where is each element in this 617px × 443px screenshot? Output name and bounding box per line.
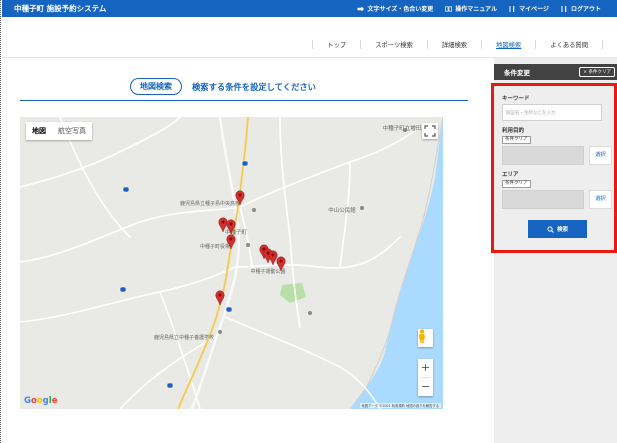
map-tab-map[interactable]: 地図	[26, 122, 52, 140]
area-select-button[interactable]: 選択	[589, 190, 612, 209]
menu-icon	[509, 5, 516, 12]
nav-map-search[interactable]: 地図検索	[481, 39, 535, 49]
map-marker[interactable]	[226, 234, 236, 250]
fullscreen-icon	[424, 125, 436, 137]
map-pins-layer	[215, 190, 286, 306]
purpose-select-button[interactable]: 選択	[589, 146, 612, 165]
sidebar-title: 条件変更	[504, 69, 530, 77]
map-attribution[interactable]: 地図データ ©2021 利用規約 地図の誤りを報告する	[359, 403, 441, 408]
app-brand[interactable]: 中種子町 施設予約システム	[14, 3, 106, 14]
purpose-clear-button[interactable]: 条件クリア	[502, 136, 531, 144]
manual-label: 操作マニュアル	[455, 6, 498, 13]
manual-link[interactable]: 操作マニュアル	[445, 4, 497, 13]
logout-icon	[560, 5, 568, 12]
map-marker[interactable]	[215, 290, 225, 306]
logout-link[interactable]: ログアウト	[560, 4, 601, 13]
palette-icon	[357, 6, 364, 12]
nav-faq[interactable]: よくある質問	[535, 39, 603, 49]
book-icon	[445, 5, 453, 12]
search-icon	[547, 225, 554, 233]
zoom-control: + −	[418, 359, 433, 396]
header-menu: 文字サイズ・色合い変更 操作マニュアル マイページ ログアウト	[345, 4, 601, 13]
nav-detail-search[interactable]: 詳細検索	[426, 39, 481, 49]
map-marker[interactable]	[268, 250, 278, 266]
area-clear-button[interactable]: 条件クリア	[502, 180, 531, 188]
app-header: 中種子町 施設予約システム 文字サイズ・色合い変更 操作マニュアル マイページ …	[2, 0, 617, 17]
keyword-label: キーワード	[502, 96, 530, 102]
sidebar-header: 条件変更 × 条件クリア	[494, 64, 617, 80]
pegman-icon	[419, 329, 425, 343]
page-title: 地図検索 検索する条件を設定してください	[130, 78, 316, 95]
font-color-settings-link[interactable]: 文字サイズ・色合い変更	[357, 4, 433, 13]
mypage-label: マイページ	[519, 6, 549, 13]
purpose-label: 利用目的	[502, 128, 525, 134]
instruction-text: 検索する条件を設定してください	[192, 81, 316, 92]
map-view[interactable]: 中種子町立増田 中山公民館 鹿児島県立種子島中央高校 中種子町 中種子町役場 中…	[20, 117, 443, 409]
purpose-selection	[502, 146, 584, 165]
map-marker[interactable]	[226, 219, 236, 235]
mypage-link[interactable]: マイページ	[509, 4, 549, 13]
area-selection	[502, 190, 584, 209]
fullscreen-button[interactable]	[422, 123, 438, 139]
clear-all-button[interactable]: × 条件クリア	[579, 67, 615, 77]
search-button-label: 検索	[556, 227, 568, 233]
search-button[interactable]: 検索	[528, 220, 587, 238]
street-view-pegman[interactable]	[418, 329, 433, 347]
map-search-badge: 地図検索	[130, 78, 182, 95]
nav-sports-search[interactable]: スポーツ検索	[360, 39, 427, 49]
title-underline	[20, 100, 468, 101]
font-color-settings-label: 文字サイズ・色合い変更	[367, 6, 434, 13]
map-tab-satellite[interactable]: 航空写真	[52, 122, 92, 140]
map-marker[interactable]	[218, 217, 228, 233]
area-label: エリア	[502, 172, 519, 178]
map-type-switch: 地図 航空写真	[26, 122, 92, 140]
nav-top[interactable]: トップ	[312, 39, 360, 49]
map-marker[interactable]	[235, 190, 245, 206]
map-marker[interactable]	[276, 256, 286, 272]
main-nav: トップ スポーツ検索 詳細検索 地図検索 よくある質問	[2, 33, 617, 55]
keyword-input[interactable]: 施設名・住所などを入力	[502, 104, 602, 121]
zoom-in-button[interactable]: +	[418, 359, 433, 377]
google-logo: Google	[24, 396, 58, 406]
zoom-out-button[interactable]: −	[418, 378, 433, 396]
logout-label: ログアウト	[570, 6, 601, 13]
